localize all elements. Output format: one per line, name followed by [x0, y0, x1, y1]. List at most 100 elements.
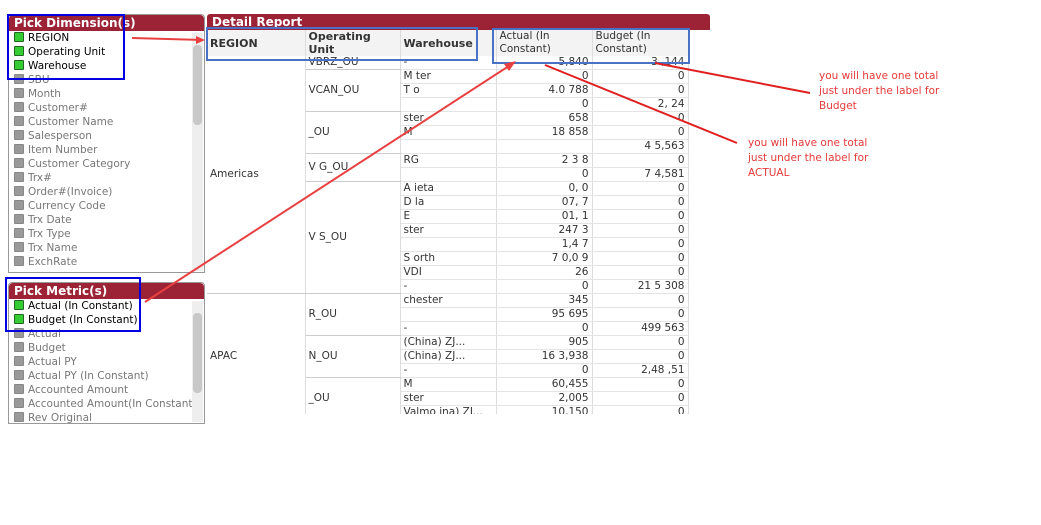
- budget-cell: 0: [592, 307, 689, 322]
- metrics-item[interactable]: Rev Original: [9, 411, 204, 423]
- warehouse-cell[interactable]: RG: [400, 153, 497, 168]
- warehouse-cell[interactable]: Valmo ina) ZJ...: [400, 405, 497, 414]
- unchecked-checkbox-icon[interactable]: [14, 342, 24, 352]
- warehouse-cell[interactable]: S orth: [400, 251, 497, 266]
- dimensions-item[interactable]: Month: [9, 87, 204, 101]
- dimensions-item[interactable]: Currency Code: [9, 199, 204, 213]
- operating-unit-cell[interactable]: V S_OU: [305, 181, 401, 294]
- warehouse-cell[interactable]: [400, 307, 497, 322]
- budget-note: you will have one total just under the l…: [819, 70, 940, 112]
- budget-cell: 0: [592, 209, 689, 224]
- warehouse-cell[interactable]: M: [400, 377, 497, 392]
- warehouse-cell[interactable]: T o: [400, 83, 497, 98]
- unchecked-checkbox-icon[interactable]: [14, 214, 24, 224]
- unchecked-checkbox-icon[interactable]: [14, 144, 24, 154]
- dimensions-item[interactable]: Trx Type: [9, 227, 204, 241]
- actual-cell: 0: [496, 167, 593, 182]
- item-label: Actual PY: [28, 356, 77, 368]
- dimensions-item[interactable]: ExchRate: [9, 255, 204, 269]
- unchecked-checkbox-icon[interactable]: [14, 116, 24, 126]
- warehouse-cell[interactable]: ster: [400, 111, 497, 126]
- item-label: Customer#: [28, 102, 88, 114]
- item-label: Customer Category: [28, 158, 131, 170]
- unchecked-checkbox-icon[interactable]: [14, 186, 24, 196]
- dimensions-item[interactable]: Item Number: [9, 143, 204, 157]
- dimensions-item[interactable]: Customer#: [9, 101, 204, 115]
- warehouse-cell[interactable]: M: [400, 125, 497, 140]
- actual-cell: 60,455: [496, 377, 593, 392]
- unchecked-checkbox-icon[interactable]: [14, 370, 24, 380]
- actual-cell: [496, 139, 593, 154]
- dimensions-item[interactable]: Order#(Invoice): [9, 185, 204, 199]
- warehouse-cell[interactable]: [400, 167, 497, 182]
- unchecked-checkbox-icon[interactable]: [14, 384, 24, 394]
- unchecked-checkbox-icon[interactable]: [14, 172, 24, 182]
- dimensions-item[interactable]: Salesperson: [9, 129, 204, 143]
- operating-unit-cell[interactable]: N_OU: [305, 335, 401, 378]
- actual-cell: 345: [496, 293, 593, 308]
- warehouse-cell[interactable]: (China) ZJ...: [400, 349, 497, 364]
- dimension-scrollbar[interactable]: [192, 33, 203, 271]
- operating-unit-cell[interactable]: _OU: [305, 377, 401, 414]
- dimensions-item[interactable]: Customer Name: [9, 115, 204, 129]
- item-label: Budget: [28, 342, 66, 354]
- warehouse-cell[interactable]: M ter: [400, 69, 497, 84]
- unchecked-checkbox-icon[interactable]: [14, 242, 24, 252]
- operating-unit-cell[interactable]: _OU: [305, 111, 401, 154]
- dimensions-item[interactable]: Trx#: [9, 171, 204, 185]
- metrics-item[interactable]: Accounted Amount(In Constant): [9, 397, 204, 411]
- metric-highlight-box: [5, 277, 141, 332]
- actual-cell: 16 3,938: [496, 349, 593, 364]
- dimensions-item[interactable]: Trx Name: [9, 241, 204, 255]
- actual-cell: 0: [496, 363, 593, 378]
- warehouse-cell[interactable]: VDI: [400, 265, 497, 280]
- warehouse-cell[interactable]: -: [400, 279, 497, 294]
- budget-cell: 499 563: [592, 321, 689, 336]
- unchecked-checkbox-icon[interactable]: [14, 256, 24, 266]
- metrics-item[interactable]: Actual PY (In Constant): [9, 369, 204, 383]
- actual-cell: 0: [496, 279, 593, 294]
- warehouse-cell[interactable]: chester: [400, 293, 497, 308]
- metric-scrollbar[interactable]: [192, 301, 203, 422]
- budget-cell: 0: [592, 265, 689, 280]
- warehouse-cell[interactable]: [400, 97, 497, 112]
- metric-headers-box: [492, 28, 690, 64]
- metrics-item[interactable]: Budget: [9, 341, 204, 355]
- unchecked-checkbox-icon[interactable]: [14, 158, 24, 168]
- dimensions-item[interactable]: Customer Category: [9, 157, 204, 171]
- dimensions-item[interactable]: Trx Date: [9, 213, 204, 227]
- operating-unit-cell[interactable]: R_OU: [305, 293, 401, 336]
- warehouse-cell[interactable]: [400, 139, 497, 154]
- budget-cell: 0: [592, 377, 689, 392]
- warehouse-cell[interactable]: -: [400, 321, 497, 336]
- actual-cell: 01, 1: [496, 209, 593, 224]
- warehouse-cell[interactable]: -: [400, 363, 497, 378]
- metrics-item[interactable]: Accounted Amount: [9, 383, 204, 397]
- budget-cell: 0: [592, 125, 689, 140]
- warehouse-cell[interactable]: E: [400, 209, 497, 224]
- unchecked-checkbox-icon[interactable]: [14, 102, 24, 112]
- budget-cell: 0: [592, 181, 689, 196]
- budget-cell: 2, 24: [592, 97, 689, 112]
- warehouse-cell[interactable]: (China) ZJ...: [400, 335, 497, 350]
- unchecked-checkbox-icon[interactable]: [14, 398, 24, 408]
- unchecked-checkbox-icon[interactable]: [14, 412, 24, 422]
- unchecked-checkbox-icon[interactable]: [14, 88, 24, 98]
- operating-unit-cell[interactable]: V G_OU: [305, 153, 401, 182]
- item-label: Trx Date: [28, 214, 72, 226]
- warehouse-cell[interactable]: ster: [400, 223, 497, 238]
- region-cell[interactable]: Americas: [207, 56, 306, 294]
- operating-unit-cell[interactable]: VCAN_OU: [305, 69, 401, 112]
- unchecked-checkbox-icon[interactable]: [14, 356, 24, 366]
- warehouse-cell[interactable]: A ieta: [400, 181, 497, 196]
- actual-cell: 0: [496, 97, 593, 112]
- warehouse-cell[interactable]: D la: [400, 195, 497, 210]
- region-cell[interactable]: APAC: [207, 293, 306, 414]
- warehouse-cell[interactable]: ster: [400, 391, 497, 406]
- unchecked-checkbox-icon[interactable]: [14, 130, 24, 140]
- unchecked-checkbox-icon[interactable]: [14, 200, 24, 210]
- unchecked-checkbox-icon[interactable]: [14, 228, 24, 238]
- metrics-item[interactable]: Actual PY: [9, 355, 204, 369]
- dimension-highlight-box: [7, 14, 125, 80]
- warehouse-cell[interactable]: [400, 237, 497, 252]
